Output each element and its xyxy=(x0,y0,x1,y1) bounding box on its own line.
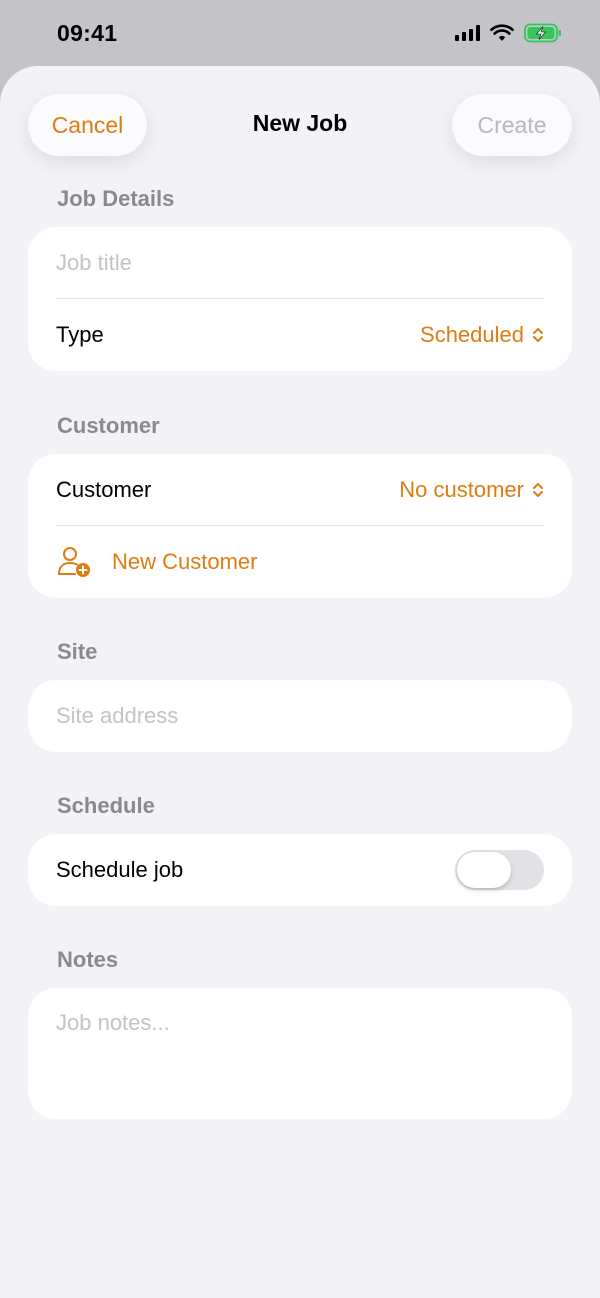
status-bar: 09:41 xyxy=(0,0,600,66)
job-notes-field[interactable]: Job notes... xyxy=(28,988,572,1119)
schedule-job-label: Schedule job xyxy=(56,857,184,882)
section-header-site: Site xyxy=(57,639,98,664)
status-time: 09:41 xyxy=(57,19,118,46)
customer-picker-row[interactable]: Customer No customer xyxy=(28,454,572,526)
customer-value: No customer xyxy=(399,477,524,502)
site-card: Site address xyxy=(28,680,572,752)
job-title-field[interactable]: Job title xyxy=(28,227,572,299)
section-header-schedule: Schedule xyxy=(57,793,155,818)
chevron-up-down-icon xyxy=(533,328,543,342)
customer-card: Customer No customer New Customer xyxy=(28,454,572,598)
section-header-notes: Notes xyxy=(57,947,119,972)
toggle-knob xyxy=(457,852,511,888)
wifi-icon xyxy=(490,24,514,41)
status-icons xyxy=(455,23,562,43)
type-picker[interactable]: Scheduled xyxy=(420,322,544,348)
new-customer-button[interactable]: New Customer xyxy=(28,526,572,598)
signal-icon xyxy=(455,25,480,41)
type-label: Type xyxy=(56,322,104,347)
section-header-customer: Customer xyxy=(57,413,160,438)
create-button[interactable]: Create xyxy=(452,94,572,156)
schedule-card: Schedule job xyxy=(28,834,572,906)
schedule-job-row: Schedule job xyxy=(28,834,572,906)
site-address-placeholder: Site address xyxy=(56,703,179,728)
site-address-field[interactable]: Site address xyxy=(28,680,572,752)
type-picker-row[interactable]: Type Scheduled xyxy=(28,299,572,371)
job-title-placeholder: Job title xyxy=(56,250,132,275)
type-value: Scheduled xyxy=(420,322,524,347)
customer-picker[interactable]: No customer xyxy=(399,477,544,503)
customer-label: Customer xyxy=(56,477,152,502)
new-customer-label: New Customer xyxy=(112,549,258,574)
battery-charging-icon xyxy=(524,23,561,43)
schedule-job-toggle[interactable] xyxy=(455,850,544,890)
job-details-card: Job title Type Scheduled xyxy=(28,227,572,371)
section-header-job-details: Job Details xyxy=(57,186,175,211)
new-job-sheet: Cancel New Job Create Job Details Job ti… xyxy=(0,66,600,1298)
person-add-icon xyxy=(58,547,90,577)
chevron-up-down-icon xyxy=(533,483,543,497)
job-notes-placeholder: Job notes... xyxy=(56,1010,170,1035)
